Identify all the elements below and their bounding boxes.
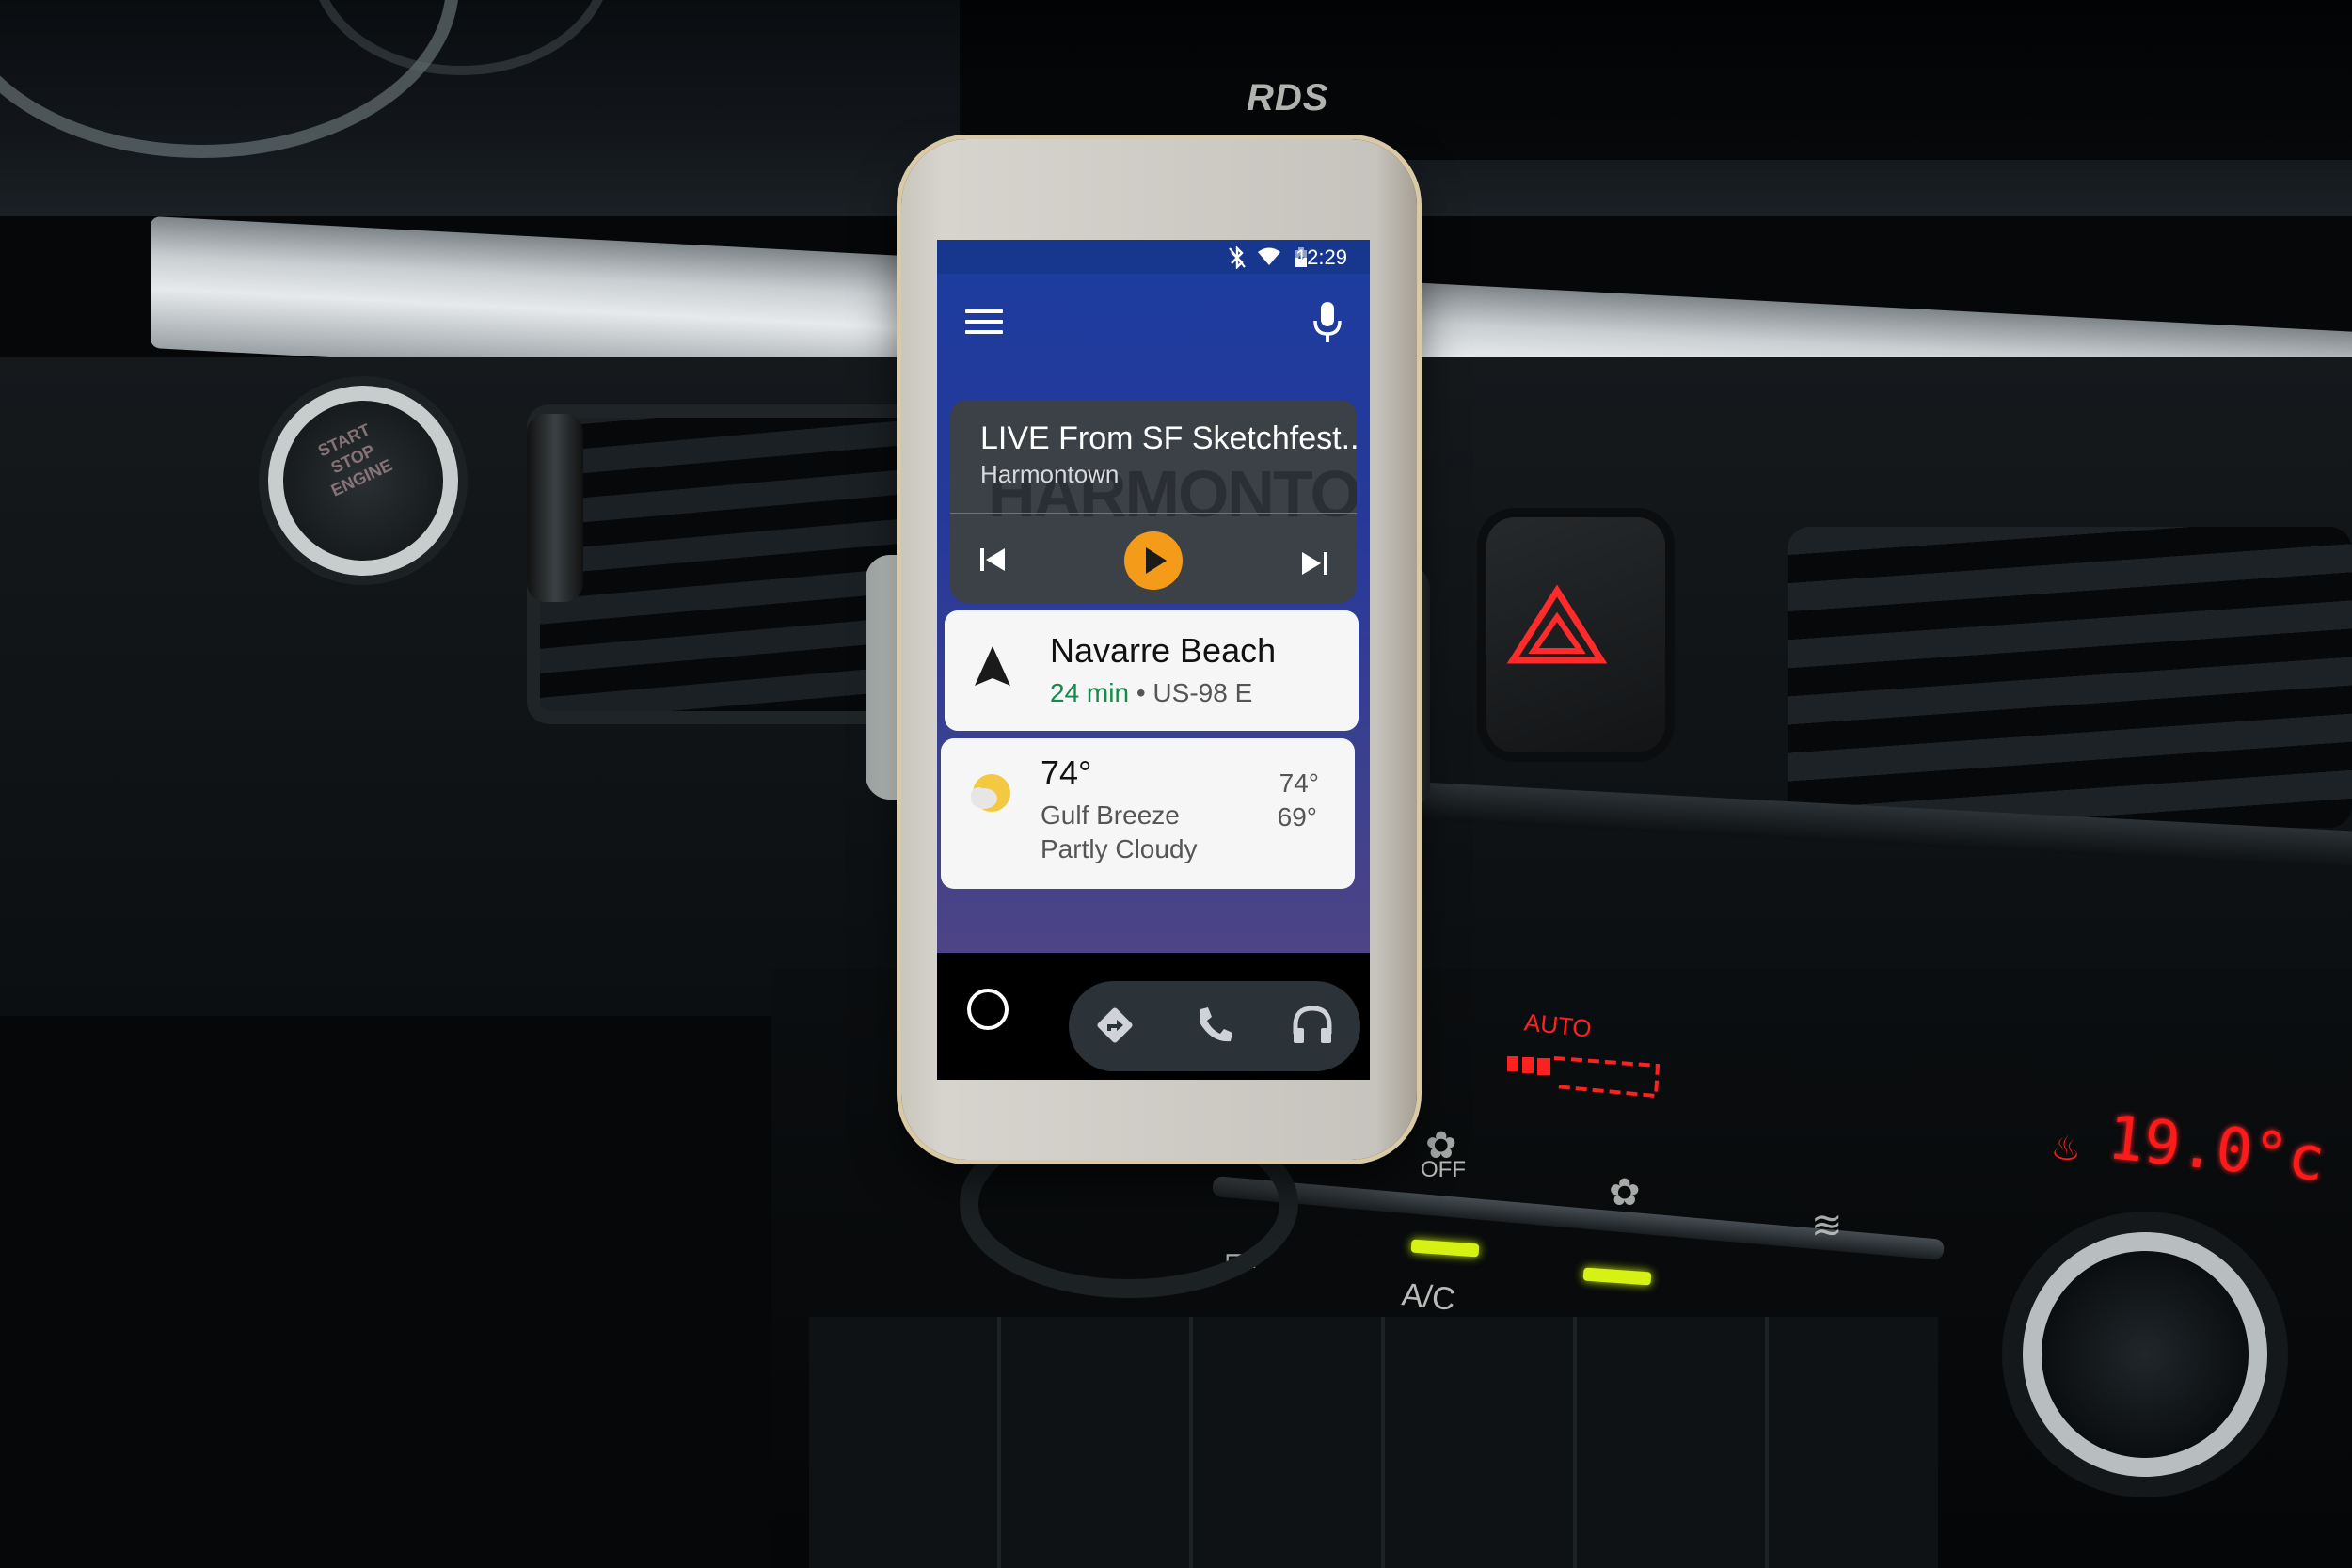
- left-air-vent: [527, 404, 922, 724]
- skip-previous-icon[interactable]: [975, 541, 1012, 578]
- app-launcher-pill: [1069, 981, 1360, 1071]
- low-temperature: 69°: [1277, 802, 1317, 832]
- seat-heat-icon: ♨: [2048, 1127, 2084, 1169]
- ac-button[interactable]: A/C: [1400, 1276, 1456, 1319]
- infotainment-display-panel: [960, 0, 2352, 160]
- navigation-eta-line: 24 min • US-98 E: [1050, 678, 1252, 708]
- navigation-eta: 24 min: [1050, 678, 1130, 707]
- fan-off-label: OFF: [1421, 1157, 1466, 1182]
- navigation-destination: Navarre Beach: [1050, 631, 1277, 670]
- navigation-separator: •: [1129, 678, 1153, 707]
- headphones-icon[interactable]: [1289, 1002, 1336, 1049]
- media-divider: [950, 513, 1357, 514]
- fan-speed-icon: ✿: [1609, 1172, 1641, 1213]
- fan-level-bar: [1507, 1056, 1661, 1099]
- play-button[interactable]: [1124, 531, 1183, 590]
- weather-condition: Partly Cloudy: [1041, 834, 1198, 863]
- wifi-icon: [1258, 247, 1280, 265]
- temperature-knob[interactable]: [2023, 1232, 2267, 1477]
- weather-card[interactable]: 74° Gulf Breeze Partly Cloudy 74° 69°: [941, 738, 1355, 889]
- app-bar: [937, 274, 1370, 377]
- microphone-icon[interactable]: [1311, 300, 1343, 345]
- hazard-triangle-icon: [1506, 584, 1608, 664]
- high-temperature: 74°: [1279, 768, 1319, 798]
- bottom-navigation-bar: [937, 953, 1370, 1080]
- status-time: 12:29: [1295, 245, 1347, 269]
- partly-cloudy-icon: [971, 774, 1010, 812]
- media-card[interactable]: HARMONTOWN LIVE From SF Sketchfest... Ha…: [950, 400, 1357, 603]
- media-artist: Harmontown: [980, 460, 1120, 488]
- right-air-vent: [1788, 527, 2352, 828]
- windshield-defrost-icon: ≋: [1811, 1205, 1843, 1246]
- navigation-arrow-icon: [975, 646, 1010, 686]
- navigation-card[interactable]: Navarre Beach 24 min • US-98 E: [945, 610, 1359, 731]
- directions-icon[interactable]: [1091, 1002, 1138, 1049]
- home-circle-icon[interactable]: [967, 989, 1009, 1030]
- android-auto-screen: 12:29 HARMONTOWN LIVE From SF Sketchfest…: [937, 240, 1370, 1080]
- phone-icon[interactable]: [1191, 1002, 1238, 1049]
- play-icon: [1146, 547, 1167, 574]
- weather-city: Gulf Breeze: [1041, 800, 1180, 830]
- rds-indicator: RDS: [1247, 77, 1329, 119]
- bluetooth-off-icon: [1229, 246, 1246, 269]
- current-temperature: 74°: [1041, 753, 1092, 792]
- status-bar: 12:29: [937, 240, 1370, 274]
- navigation-route: US-98 E: [1152, 678, 1253, 707]
- menu-icon[interactable]: [965, 309, 1003, 336]
- media-title: LIVE From SF Sketchfest...: [980, 420, 1357, 456]
- lower-console-buttons: [809, 1317, 1938, 1568]
- vent-adjuster[interactable]: [527, 414, 583, 602]
- skip-next-icon[interactable]: [1296, 545, 1334, 582]
